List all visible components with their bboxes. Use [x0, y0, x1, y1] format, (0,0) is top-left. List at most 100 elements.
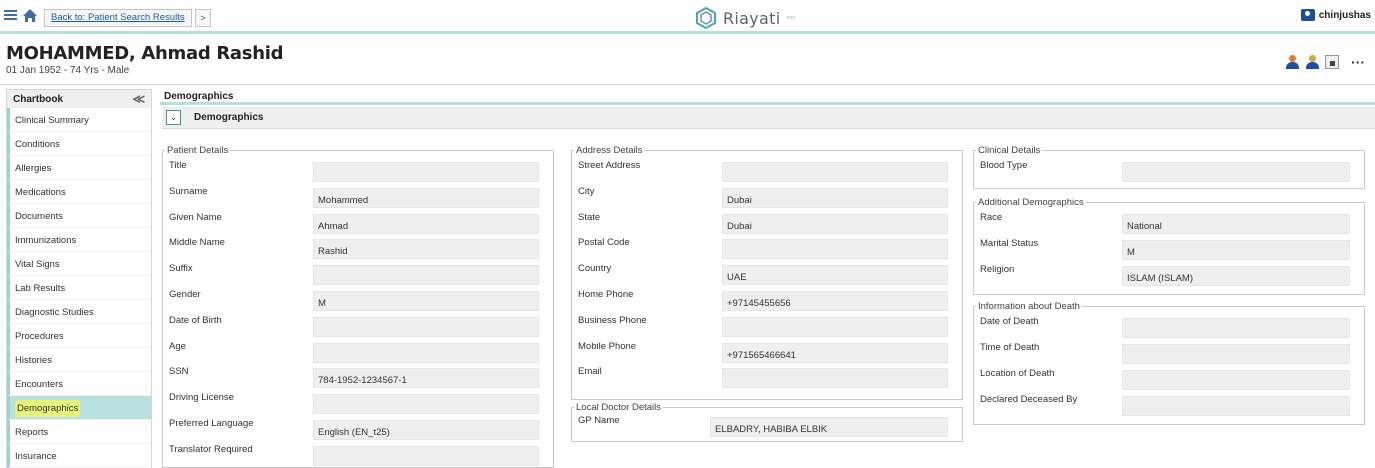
- city-field[interactable]: Dubai: [722, 187, 948, 208]
- sidebar-item-label: Immunizations: [15, 235, 77, 246]
- provider-icon[interactable]: [1305, 55, 1319, 69]
- sidebar-item-clinical-summary[interactable]: Clinical Summary: [7, 108, 151, 132]
- sidebar-item-medications[interactable]: Medications: [7, 180, 151, 204]
- sidebar-item-label: Conditions: [15, 139, 60, 150]
- gp-name-row: GP Name ELBADRY, HABIBA ELBIK: [572, 415, 962, 437]
- driving-license-label: Driving License: [169, 392, 234, 404]
- home-phone-label: Home Phone: [578, 289, 634, 300]
- collapse-icon[interactable]: ≪: [132, 92, 145, 106]
- patient-banner: MOHAMMED, Ahmad Rashid 01 Jan 1952 - 74 …: [0, 37, 1375, 85]
- sidebar-item-label: Insurance: [15, 451, 57, 462]
- brand-name: Riayati: [723, 8, 781, 28]
- sidebar-header: Chartbook ≪: [7, 90, 151, 108]
- sidebar-item-label: Reports: [15, 427, 49, 438]
- sidebar-item-label: Documents: [15, 211, 64, 222]
- sidebar-item-diagnostic-studies[interactable]: Diagnostic Studies: [7, 300, 151, 324]
- preferred-language-row: Preferred Language English (EN_t25): [163, 418, 553, 440]
- city-label: City: [578, 185, 595, 197]
- middle-name-row: Middle Name Rashid: [163, 237, 553, 260]
- page-title: Demographics: [160, 89, 1375, 105]
- sidebar-item-insurance[interactable]: Insurance: [7, 444, 151, 468]
- sidebar-item-immunizations[interactable]: Immunizations: [7, 228, 151, 252]
- mobile-phone-label: Mobile Phone: [578, 340, 637, 352]
- religion-field[interactable]: ISLAM (ISLAM): [1122, 266, 1350, 286]
- username: chinjushas: [1318, 9, 1371, 21]
- home-icon[interactable]: [22, 8, 38, 23]
- street-address-row: Street Address: [572, 160, 962, 182]
- translator-required-field[interactable]: [313, 445, 539, 466]
- postal-code-field[interactable]: [722, 239, 948, 260]
- gender-field[interactable]: M: [313, 291, 539, 311]
- marital-status-field[interactable]: M: [1122, 240, 1350, 260]
- demographics-section-header[interactable]: ⌄ Demographics: [162, 107, 1375, 129]
- sidebar-item-demographics[interactable]: Demographics: [7, 396, 151, 420]
- address-details-group: Address Details Street Address City Dubai St…: [571, 145, 963, 400]
- sidebar-item-histories[interactable]: Histories: [7, 348, 151, 372]
- suffix-field[interactable]: [313, 265, 539, 286]
- gp-name-field[interactable]: ELBADRY, HABIBA ELBIK: [710, 417, 948, 437]
- email-field[interactable]: [722, 368, 948, 389]
- sidebar-item-conditions[interactable]: Conditions: [7, 132, 151, 156]
- sidebar-item-vital-signs[interactable]: Vital Signs: [7, 252, 151, 276]
- blood-type-field[interactable]: [1122, 162, 1350, 182]
- location-of-death-label: Location of Death: [980, 368, 1055, 379]
- local-doctor-group: Local Doctor Details GP Name ELBADRY, HABI…: [571, 402, 963, 442]
- country-field[interactable]: UAE: [722, 265, 948, 286]
- gender-row: Gender M: [163, 289, 553, 311]
- given-name-field[interactable]: Ahmad: [313, 213, 539, 234]
- group-legend: Additional Demographics: [978, 197, 1084, 208]
- lock-icon[interactable]: [1325, 55, 1339, 69]
- sidebar-item-label: Allergies: [15, 163, 52, 174]
- patient-name: MOHAMMED, Ahmad Rashid: [6, 43, 284, 64]
- sidebar-item-label: Medications: [15, 187, 66, 198]
- patient-icon[interactable]: [1285, 55, 1299, 69]
- sidebar-item-documents[interactable]: Documents: [7, 204, 151, 228]
- time-of-death-field[interactable]: [1122, 344, 1350, 364]
- chevron-down-icon[interactable]: ⌄: [166, 110, 181, 125]
- state-row: State Dubai: [572, 212, 962, 234]
- middle-name-field[interactable]: Rashid: [313, 239, 539, 260]
- email-row: Email: [572, 366, 962, 389]
- more-options-icon[interactable]: ···: [1351, 55, 1365, 69]
- forward-arrow-button[interactable]: >: [195, 9, 211, 27]
- location-of-death-field[interactable]: [1122, 370, 1350, 390]
- marital-status-row: Marital Status M: [974, 238, 1364, 260]
- date-of-death-field[interactable]: [1122, 318, 1350, 338]
- business-phone-label: Business Phone: [578, 314, 647, 326]
- race-field[interactable]: National: [1122, 214, 1350, 234]
- surname-label: Surname: [169, 185, 208, 197]
- street-address-field[interactable]: [722, 162, 948, 182]
- menu-icon[interactable]: [4, 10, 17, 21]
- sidebar-item-label: Diagnostic Studies: [15, 307, 94, 318]
- preferred-language-field[interactable]: English (EN_t25): [313, 420, 539, 440]
- declared-deceased-by-field[interactable]: [1122, 396, 1350, 416]
- date-of-birth-label: Date of Birth: [169, 314, 222, 326]
- sidebar-item-procedures[interactable]: Procedures: [7, 324, 151, 348]
- driving-license-field[interactable]: [313, 394, 539, 415]
- state-field[interactable]: Dubai: [722, 213, 948, 234]
- location-of-death-row: Location of Death: [974, 368, 1364, 390]
- mobile-phone-field[interactable]: +971565466641: [722, 342, 948, 363]
- city-row: City Dubai: [572, 186, 962, 208]
- user-icon: [1300, 9, 1315, 21]
- back-to-search-link[interactable]: Back to: Patient Search Results: [44, 9, 192, 27]
- home-phone-field[interactable]: +97145455656: [722, 291, 948, 311]
- surname-field[interactable]: Mohammed: [313, 187, 539, 208]
- ssn-field[interactable]: 784-1952-1234567-1: [313, 368, 539, 389]
- date-of-birth-field[interactable]: [313, 316, 539, 337]
- user-menu[interactable]: chinjushas: [1300, 9, 1371, 21]
- given-name-row: Given Name Ahmad: [163, 212, 553, 234]
- section-title: Demographics: [194, 112, 264, 123]
- age-field[interactable]: [313, 342, 539, 363]
- sidebar-item-allergies[interactable]: Allergies: [7, 156, 151, 180]
- blood-type-label: Blood Type: [980, 160, 1028, 171]
- sidebar-title: Chartbook: [13, 94, 63, 105]
- business-phone-row: Business Phone: [572, 315, 962, 337]
- sidebar-item-encounters[interactable]: Encounters: [7, 372, 151, 396]
- death-info-group: Information about Death Date of Death Time…: [973, 301, 1365, 425]
- business-phone-field[interactable]: [722, 316, 948, 337]
- sidebar-item-reports[interactable]: Reports: [7, 420, 151, 444]
- sidebar-item-lab-results[interactable]: Lab Results: [7, 276, 151, 300]
- title-field[interactable]: [313, 162, 539, 182]
- patient-actions: ···: [1285, 55, 1365, 69]
